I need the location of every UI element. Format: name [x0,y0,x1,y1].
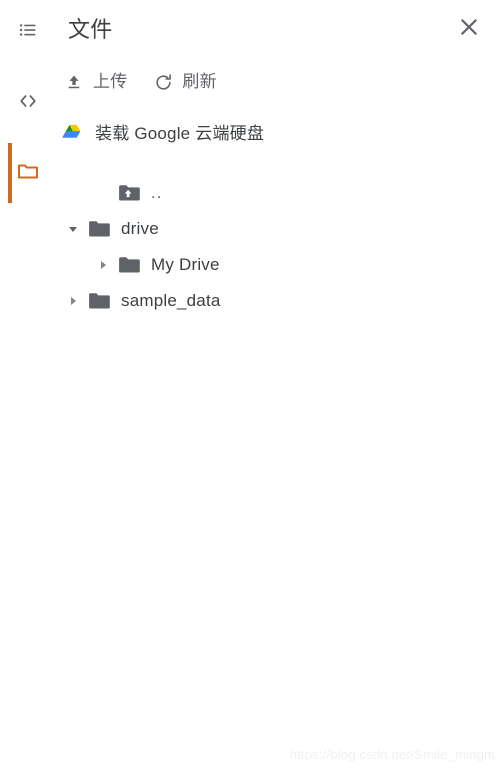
panel-header: 文件 [0,0,501,58]
close-button[interactable] [447,7,491,51]
files-toolbar: 上传 刷新 [62,66,241,98]
upload-icon [64,72,84,92]
google-drive-icon [62,124,84,144]
refresh-icon [153,72,173,92]
refresh-button[interactable]: 刷新 [151,66,218,98]
page-title: 文件 [68,17,113,42]
upload-button[interactable]: 上传 [62,66,129,98]
mount-google-drive-button[interactable]: 装载 Google 云端硬盘 [62,119,264,149]
tree-row[interactable]: My Drive [0,247,501,283]
chevron-down-icon[interactable] [62,218,84,240]
left-icon-rail [0,0,55,773]
folder-icon [86,290,112,312]
code-brackets-icon [17,90,39,117]
tree-row-label: My Drive [151,255,220,274]
watermark-text: https://blog.csdn.net/Smile_mingm [289,747,495,762]
upload-button-label: 上传 [93,72,128,91]
close-icon [457,15,481,44]
tree-row[interactable]: drive [0,211,501,247]
sidebar-item-code-snippets[interactable] [0,81,55,125]
folder-up-icon [116,182,142,204]
chevron-right-icon[interactable] [62,290,84,312]
tree-row-label: drive [121,219,159,238]
tree-row-label: sample_data [121,291,221,310]
tree-row[interactable]: sample_data [0,283,501,319]
folder-icon [86,218,112,240]
chevron-right-icon[interactable] [92,254,114,276]
tree-row[interactable]: .. [0,175,501,211]
mount-google-drive-label: 装载 Google 云端硬盘 [95,124,265,143]
file-tree: .. drive My Drive sample_data [0,175,501,319]
refresh-button-label: 刷新 [182,72,217,91]
folder-icon [116,254,142,276]
tree-row-label: .. [151,183,163,202]
